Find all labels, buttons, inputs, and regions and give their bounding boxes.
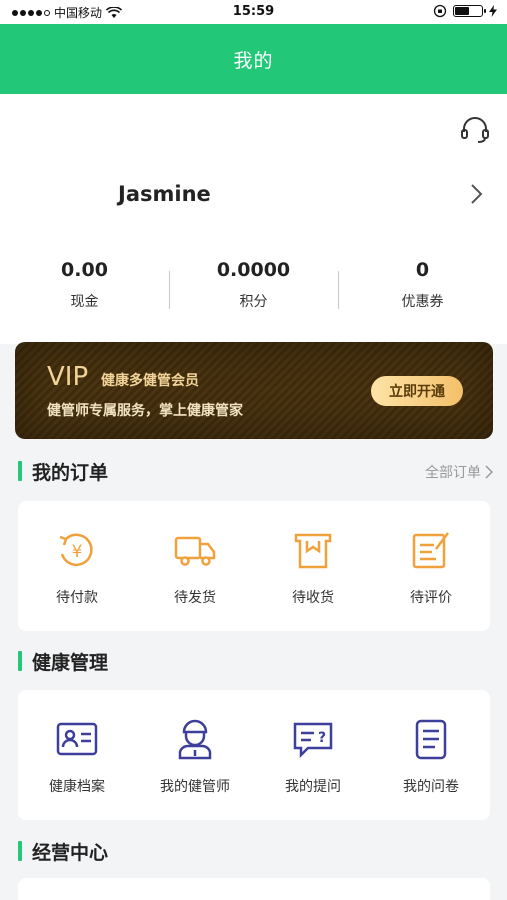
stat-points[interactable]: 0.0000 积分 (169, 259, 338, 319)
orders-section-title: 我的订单 (32, 462, 109, 484)
chevron-right-icon (485, 465, 493, 479)
order-pending-shipment[interactable]: 待发货 (136, 501, 254, 631)
my-questionnaire-item[interactable]: 我的问卷 (372, 690, 490, 820)
all-orders-label: 全部订单 (425, 465, 481, 481)
health-record-item[interactable]: 健康档案 (18, 690, 136, 820)
review-icon (412, 532, 449, 569)
order-pending-receipt-label: 待收货 (292, 590, 334, 606)
section-accent-bar (18, 651, 22, 671)
section-accent-bar (18, 841, 22, 861)
orders-panel: ¥ 待付款 待发货 待收货 待评价 (18, 501, 490, 631)
customer-service-icon[interactable] (459, 114, 491, 146)
my-questions-label: 我的提问 (285, 779, 341, 795)
health-section-header: 健康管理 (18, 648, 493, 676)
order-pending-review[interactable]: 待评价 (372, 501, 490, 631)
health-record-label: 健康档案 (49, 779, 105, 795)
battery-icon (453, 5, 486, 17)
health-manager-label: 我的健管师 (160, 779, 230, 795)
page-title: 我的 (233, 49, 274, 72)
questionnaire-icon (415, 719, 447, 760)
order-pending-payment[interactable]: ¥ 待付款 (18, 501, 136, 631)
payment-icon: ¥ (59, 533, 93, 567)
status-bar: 中国移动 15:59 (0, 0, 507, 24)
order-pending-shipment-label: 待发货 (174, 590, 216, 606)
order-pending-payment-label: 待付款 (56, 590, 98, 606)
my-questionnaire-label: 我的问卷 (403, 779, 459, 795)
health-manager-item[interactable]: 我的健管师 (136, 690, 254, 820)
stat-points-label: 积分 (239, 294, 268, 310)
stat-coupons[interactable]: 0 优惠券 (338, 259, 507, 319)
orders-section-header: 我的订单 全部订单 (18, 458, 493, 486)
stat-cash-value: 0.00 (61, 259, 108, 281)
account-stats: 0.00 现金 0.0000 积分 0 优惠券 (0, 259, 507, 319)
stat-points-value: 0.0000 (216, 259, 291, 281)
my-questions-item[interactable]: ? 我的提问 (254, 690, 372, 820)
health-manager-icon (178, 719, 212, 760)
order-pending-receipt[interactable]: 待收货 (254, 501, 372, 631)
charging-icon (489, 5, 497, 17)
vip-activate-button[interactable]: 立即开通 (371, 376, 463, 406)
stat-cash[interactable]: 0.00 现金 (0, 259, 169, 319)
business-section-title: 经营中心 (32, 842, 109, 864)
svg-text:¥: ¥ (72, 542, 83, 562)
health-record-icon (56, 722, 98, 756)
health-section-title: 健康管理 (32, 652, 109, 674)
section-accent-bar (18, 461, 22, 481)
orientation-lock-icon (433, 4, 447, 18)
business-panel (18, 878, 490, 900)
stat-coupons-value: 0 (415, 259, 430, 281)
stat-cash-label: 现金 (70, 294, 99, 310)
chevron-right-icon[interactable] (467, 182, 485, 206)
vip-title: 健康多健管会员 (101, 373, 199, 389)
stat-divider (338, 271, 339, 309)
profile-card: Jasmine 0.00 现金 0.0000 积分 0 优惠券 (0, 94, 507, 344)
order-pending-review-label: 待评价 (410, 590, 452, 606)
health-panel: 健康档案 我的健管师 ? 我的提问 我的问卷 (18, 690, 490, 820)
header: 我的 (0, 24, 507, 94)
business-section-header: 经营中心 (18, 838, 493, 866)
stat-divider (169, 271, 170, 309)
status-right (433, 4, 497, 18)
vip-badge: VIP (47, 362, 89, 392)
all-orders-link[interactable]: 全部订单 (425, 462, 493, 482)
user-name[interactable]: Jasmine (118, 182, 211, 206)
vip-description: 健管师专属服务，掌上健康管家 (47, 403, 243, 419)
question-icon: ? (293, 722, 333, 759)
status-time: 15:59 (232, 4, 275, 19)
package-icon (294, 533, 332, 569)
stat-coupons-label: 优惠券 (401, 294, 444, 310)
svg-text:?: ? (318, 730, 326, 746)
truck-icon (174, 536, 216, 566)
vip-banner[interactable]: VIP 健康多健管会员 健管师专属服务，掌上健康管家 立即开通 (15, 342, 493, 439)
